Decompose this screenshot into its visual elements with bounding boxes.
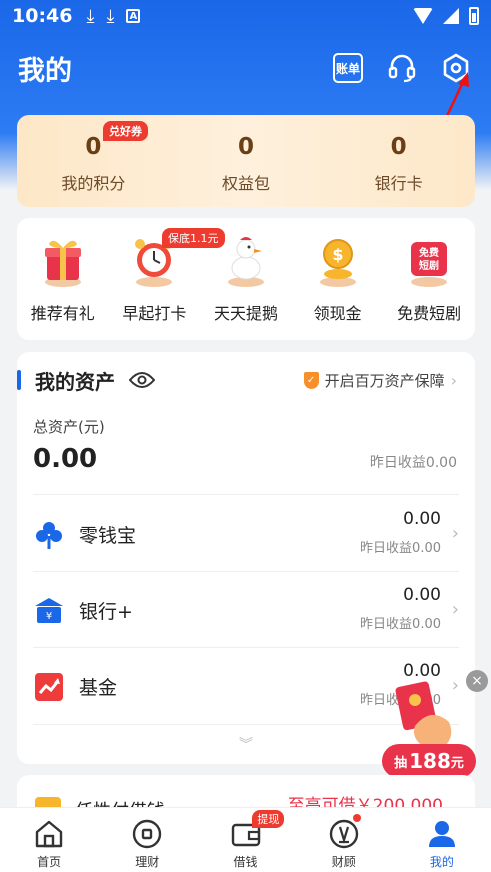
home-icon	[35, 820, 63, 848]
bank-card-value: 0	[390, 134, 407, 160]
coin-icon: $	[312, 232, 364, 288]
status-time: 10:46	[12, 5, 73, 27]
drama-icon: 免费 短剧	[403, 232, 455, 288]
activity-cash[interactable]: $ 领现金	[292, 232, 384, 340]
asset-value: 0.00	[403, 509, 441, 529]
chevron-right-icon: ›	[451, 599, 459, 620]
nav-home[interactable]: 首页	[0, 808, 98, 872]
bottom-nav: 首页 理财 提现 借钱 财顾 我的	[0, 807, 491, 872]
nav-label: 我的	[429, 855, 454, 869]
svg-text:¥: ¥	[46, 611, 52, 622]
svg-text:$: $	[332, 245, 343, 264]
drama-icon-text-bottom: 短剧	[419, 259, 439, 272]
asset-protection-link[interactable]: ✓ 开启百万资产保障 ›	[303, 370, 457, 391]
chevron-right-icon: ›	[450, 370, 457, 390]
asset-row-bank-plus[interactable]: ¥ 银行+ 0.00 昨日收益0.00 ›	[17, 573, 475, 649]
points-card: 兑好券 0 我的积分 0 权益包 0 银行卡	[17, 115, 475, 207]
total-assets-label: 总资产(元)	[33, 418, 105, 436]
status-bar: 10:46 ⤓ ⤓ A	[0, 0, 491, 32]
points-value: 0	[85, 134, 102, 160]
download-icon: ⤓	[106, 5, 115, 27]
battery-icon	[469, 7, 479, 25]
fund-trend-icon	[35, 673, 63, 701]
app-notification-icon: A	[126, 9, 141, 23]
asset-name: 银行+	[79, 601, 133, 623]
page-title: 我的	[18, 55, 72, 87]
shield-icon: ✓	[303, 371, 319, 389]
drama-icon-text-top: 免费	[419, 246, 439, 259]
close-icon[interactable]: ×	[466, 670, 488, 692]
nav-label: 理财	[135, 855, 160, 869]
activity-label: 天天提鹅	[213, 304, 278, 323]
lottery-prefix: 抽	[394, 755, 408, 771]
headset-icon	[388, 54, 416, 83]
assets-title: 我的资产	[35, 369, 115, 394]
bank-card-label: 银行卡	[374, 174, 423, 193]
lottery-amount: 188	[409, 749, 451, 773]
withdraw-badge: 提现	[252, 810, 285, 828]
eye-icon[interactable]	[129, 371, 155, 389]
chevron-right-icon: ›	[451, 523, 459, 544]
total-yesterday-earnings: 昨日收益0.00	[369, 455, 457, 471]
activity-goose[interactable]: 天天提鹅	[200, 232, 292, 340]
notification-dot	[352, 814, 361, 822]
activity-label: 推荐有礼	[30, 304, 95, 323]
points-item-bank-card[interactable]: 0 银行卡	[322, 115, 475, 207]
points-item-benefits[interactable]: 0 权益包	[170, 115, 323, 207]
activity-label: 免费短剧	[397, 304, 462, 323]
guarantee-badge: 保底1.1元	[162, 228, 225, 248]
advisor-icon	[329, 819, 358, 849]
asset-yesterday: 昨日收益0.00	[360, 541, 441, 556]
bank-icon: ¥	[35, 598, 63, 623]
red-packet-hand-icon	[395, 681, 452, 746]
asset-name: 基金	[79, 677, 118, 699]
user-icon	[428, 821, 455, 847]
nav-loan[interactable]: 提现 借钱	[196, 808, 294, 872]
nav-label: 首页	[37, 855, 62, 869]
asset-row-lingqianbao[interactable]: 零钱宝 0.00 昨日收益0.00 ›	[17, 497, 475, 573]
points-label: 我的积分	[61, 174, 126, 193]
asset-value: 0.00	[403, 585, 441, 605]
points-item-score[interactable]: 0 我的积分	[17, 115, 170, 207]
wifi-icon	[413, 8, 433, 24]
signal-icon	[443, 8, 459, 24]
gift-icon	[37, 232, 89, 288]
activity-label: 早起打卡	[122, 304, 187, 323]
wealth-icon	[133, 819, 162, 849]
asset-yesterday: 昨日收益0.00	[360, 617, 441, 632]
nav-advisor[interactable]: 财顾	[295, 808, 393, 872]
activity-short-drama[interactable]: 免费 短剧 免费短剧	[383, 232, 475, 340]
page-header: 我的 账单	[0, 40, 491, 96]
nav-mine[interactable]: 我的	[393, 808, 491, 872]
divider	[33, 571, 459, 572]
lottery-unit: 元	[450, 755, 464, 771]
nav-wealth[interactable]: 理财	[98, 808, 196, 872]
activity-morning-checkin[interactable]: 早起打卡	[109, 232, 201, 340]
lottery-floating-button[interactable]: 抽 188 元	[382, 744, 476, 778]
benefits-label: 权益包	[222, 174, 271, 193]
protection-label: 开启百万资产保障	[324, 371, 445, 390]
customer-service-button[interactable]	[385, 51, 419, 85]
section-accent-bar	[17, 370, 21, 390]
activity-label: 领现金	[313, 304, 362, 323]
goose-icon	[220, 232, 272, 288]
nav-label: 借钱	[233, 855, 258, 869]
bill-icon: 账单	[333, 53, 363, 83]
total-assets-value: 0.00	[33, 444, 98, 474]
divider	[33, 647, 459, 648]
bill-button[interactable]: 账单	[331, 51, 365, 85]
nav-label: 财顾	[331, 855, 356, 869]
asset-name: 零钱宝	[79, 525, 137, 547]
expand-chevron-icon[interactable]: ︾	[239, 734, 253, 754]
clover-icon	[36, 522, 62, 549]
download-icon: ⤓	[86, 5, 95, 27]
activity-card: 保底1.1元 推荐有礼 早起打卡 天天提鹅 $ 领现金 免费 短剧 免费短剧	[17, 218, 475, 340]
divider	[33, 494, 459, 495]
benefits-value: 0	[238, 134, 255, 160]
activity-referral[interactable]: 推荐有礼	[17, 232, 109, 340]
